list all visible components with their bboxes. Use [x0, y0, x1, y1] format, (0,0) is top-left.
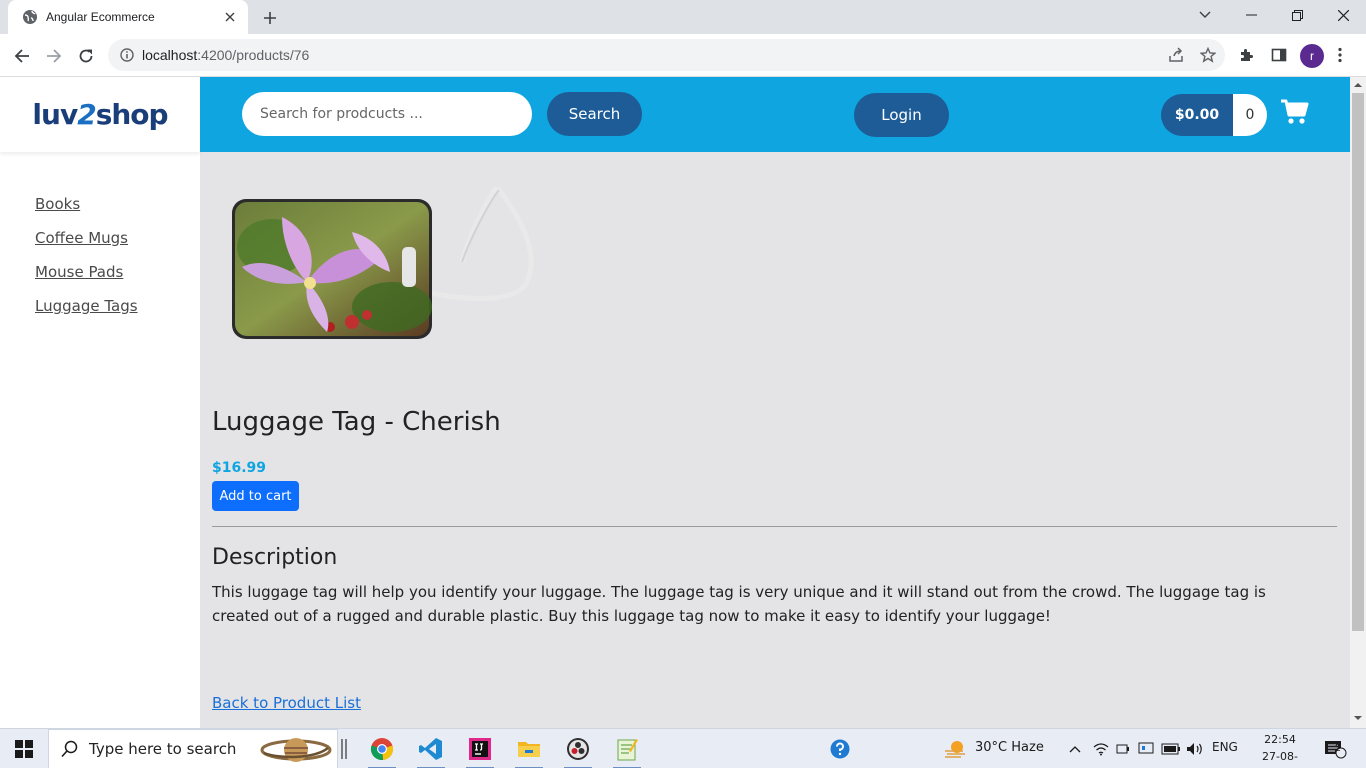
browser-toolbar: localhost:4200/products/76 r	[0, 34, 1366, 77]
scroll-down-arrow-icon[interactable]	[1354, 714, 1362, 722]
logo-text-left: luv	[32, 98, 78, 131]
intellij-taskbar-icon[interactable]	[460, 733, 500, 768]
search-icon	[61, 740, 78, 758]
product-price: $16.99	[212, 460, 267, 476]
back-arrow-icon[interactable]	[8, 42, 36, 70]
url-path: :4200/products/76	[197, 47, 310, 63]
brand-area: luv2shop	[0, 77, 200, 152]
browser-menu-icon[interactable]	[1330, 45, 1350, 65]
description-heading: Description	[212, 545, 338, 570]
saturn-search-highlight-icon[interactable]	[259, 733, 333, 767]
sidebar: luv2shop Books Coffee Mugs Mouse Pads Lu…	[0, 77, 200, 728]
profile-avatar[interactable]: r	[1300, 44, 1324, 68]
restore-button[interactable]	[1274, 0, 1320, 30]
browser-tab[interactable]: Angular Ecommerce	[8, 0, 248, 34]
url-host: localhost	[142, 47, 198, 63]
chrome-taskbar-icon[interactable]	[362, 733, 402, 768]
logo-text-mid: 2	[77, 98, 97, 131]
cart-status[interactable]: $0.00 0	[1161, 94, 1267, 136]
scroll-up-arrow-icon[interactable]	[1354, 81, 1362, 89]
task-view-icon[interactable]	[338, 733, 350, 765]
system-clock[interactable]: 22:54 27-08-2023	[1252, 731, 1308, 768]
browser-titlebar: Angular Ecommerce	[0, 0, 1366, 34]
page-viewport: luv2shop Books Coffee Mugs Mouse Pads Lu…	[0, 77, 1350, 728]
help-icon[interactable]	[828, 733, 852, 765]
category-link-mouse-pads[interactable]: Mouse Pads	[35, 263, 123, 281]
volume-icon[interactable]	[1185, 733, 1205, 765]
tab-title: Angular Ecommerce	[46, 10, 155, 24]
display-icon[interactable]	[1137, 733, 1155, 765]
file-explorer-taskbar-icon[interactable]	[509, 733, 549, 768]
scrollbar-thumb[interactable]	[1352, 93, 1364, 631]
tab-search-icon[interactable]	[1182, 0, 1228, 30]
windows-taskbar: Type here to search 30°C Haze ENG 22:54 …	[0, 728, 1366, 768]
weather-haze-icon[interactable]	[942, 733, 968, 765]
site-header: Search Login $0.00 0	[200, 77, 1350, 152]
search-button[interactable]: Search	[547, 92, 642, 136]
battery-icon[interactable]	[1160, 733, 1182, 765]
notification-center-icon[interactable]: 2	[1320, 733, 1350, 765]
side-panel-icon[interactable]	[1269, 45, 1289, 65]
taskbar-search[interactable]: Type here to search	[48, 729, 338, 768]
input-language[interactable]: ENG	[1212, 740, 1238, 754]
section-divider	[212, 526, 1337, 527]
network-icon[interactable]	[1092, 733, 1110, 765]
close-tab-icon[interactable]	[222, 9, 238, 25]
reload-icon[interactable]	[72, 42, 100, 70]
product-description: This luggage tag will help you identify …	[212, 583, 1266, 625]
clock-time: 22:54	[1264, 733, 1296, 746]
notification-count: 2	[1335, 743, 1341, 754]
category-menu: Books Coffee Mugs Mouse Pads Luggage Tag…	[35, 195, 138, 331]
close-window-button[interactable]	[1320, 0, 1366, 30]
site-logo[interactable]: luv2shop	[32, 98, 169, 131]
globe-icon	[23, 10, 37, 24]
bookmark-star-icon[interactable]	[1199, 46, 1217, 64]
shopping-cart-icon[interactable]	[1281, 99, 1309, 125]
logo-text-right: shop	[95, 98, 169, 131]
new-tab-button[interactable]	[259, 7, 281, 29]
info-icon[interactable]	[120, 48, 134, 62]
login-button[interactable]: Login	[854, 93, 949, 137]
add-to-cart-button[interactable]: Add to cart	[212, 481, 299, 511]
back-to-product-list-link[interactable]: Back to Product List	[212, 694, 361, 712]
product-title: Luggage Tag - Cherish	[212, 407, 501, 437]
minimize-button[interactable]	[1228, 0, 1274, 30]
clock-date: 27-08-2023	[1262, 750, 1298, 768]
windows-start-icon[interactable]	[8, 733, 40, 765]
vscode-taskbar-icon[interactable]	[411, 733, 451, 768]
product-image	[232, 187, 534, 339]
weather-text[interactable]: 30°C Haze	[975, 740, 1044, 755]
obs-taskbar-icon[interactable]	[558, 733, 598, 768]
notepad-plus-taskbar-icon[interactable]	[607, 733, 647, 768]
cart-total: $0.00	[1161, 94, 1233, 136]
category-link-luggage-tags[interactable]: Luggage Tags	[35, 297, 138, 315]
product-search-input[interactable]	[242, 92, 532, 136]
category-link-books[interactable]: Books	[35, 195, 80, 213]
show-hidden-icons-chevron-icon[interactable]	[1066, 733, 1084, 765]
cart-quantity: 0	[1233, 94, 1267, 136]
page-scrollbar[interactable]	[1350, 77, 1366, 728]
share-icon[interactable]	[1167, 46, 1185, 64]
extensions-puzzle-icon[interactable]	[1237, 45, 1257, 65]
device-icon[interactable]	[1114, 733, 1132, 765]
forward-arrow-icon[interactable]	[40, 42, 68, 70]
category-link-coffee-mugs[interactable]: Coffee Mugs	[35, 229, 128, 247]
taskbar-search-placeholder: Type here to search	[89, 740, 237, 758]
address-bar[interactable]: localhost:4200/products/76	[108, 39, 1225, 71]
